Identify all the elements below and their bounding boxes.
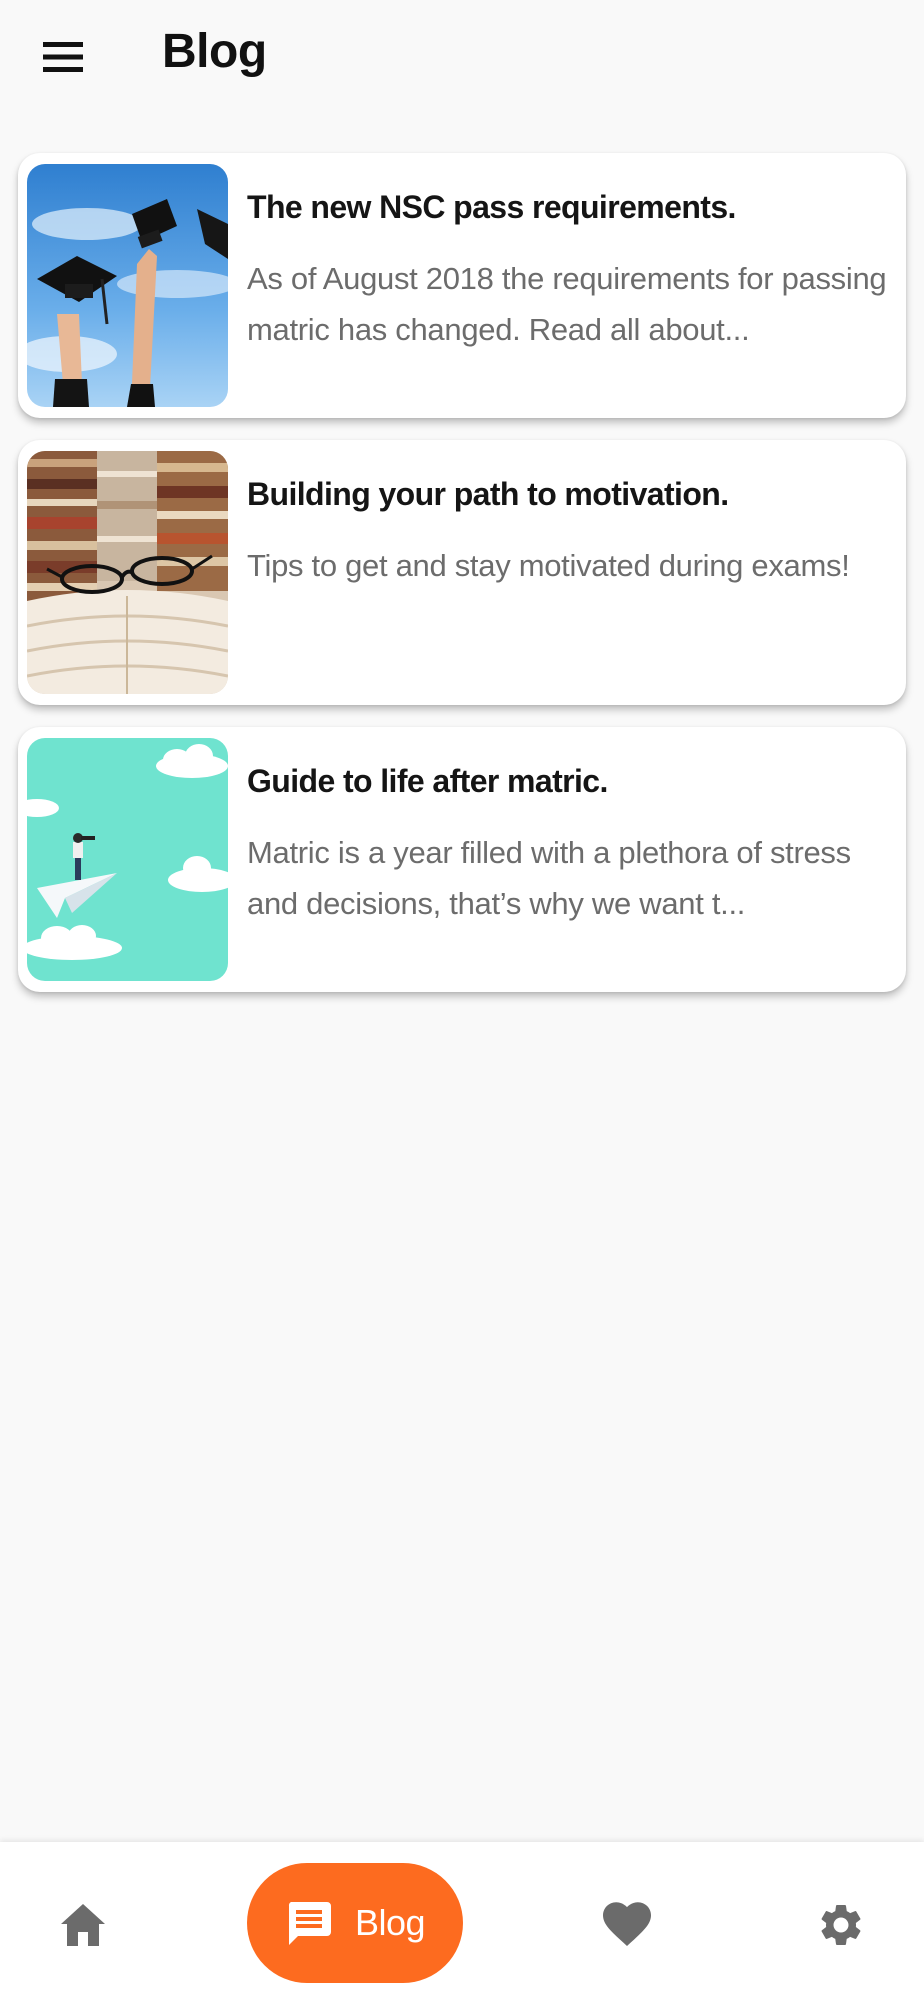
post-title: Guide to life after matric.: [247, 763, 608, 799]
nav-blog-button[interactable]: Blog: [247, 1863, 463, 1983]
post-description: Tips to get and stay motivated during ex…: [247, 548, 850, 583]
heart-icon: [603, 1902, 651, 1946]
post-title: Building your path to motivation.: [247, 476, 729, 512]
home-icon: [61, 1904, 105, 1946]
post-thumbnail-graduation: [27, 164, 228, 407]
hamburger-menu-icon: [43, 42, 83, 72]
chat-icon: [288, 1902, 331, 1945]
post-thumbnail-books-glasses: [27, 451, 228, 694]
post-thumbnail-paper-plane: [27, 738, 228, 981]
nav-blog-label: Blog: [354, 1902, 426, 1943]
page-title: Blog: [162, 25, 267, 78]
post-description: As of August 2018 the requirements for p…: [247, 261, 887, 347]
nav-favorites-button[interactable]: [594, 1892, 660, 1958]
bottom-navigation-bar: Blog: [0, 1842, 924, 2000]
post-description: Matric is a year filled with a plethora …: [247, 835, 851, 921]
blog-post-card[interactable]: The new NSC pass requirements. As of Aug…: [18, 153, 906, 418]
blog-post-card[interactable]: Guide to life after matric. Matric is a …: [18, 727, 906, 992]
nav-home-button[interactable]: [50, 1892, 116, 1958]
gear-icon: [821, 1905, 861, 1945]
post-title: The new NSC pass requirements.: [247, 189, 736, 225]
app-bar: Blog: [0, 0, 924, 116]
menu-button[interactable]: [30, 28, 96, 86]
blog-post-card[interactable]: Building your path to motivation. Tips t…: [18, 440, 906, 705]
nav-settings-button[interactable]: [808, 1892, 874, 1958]
